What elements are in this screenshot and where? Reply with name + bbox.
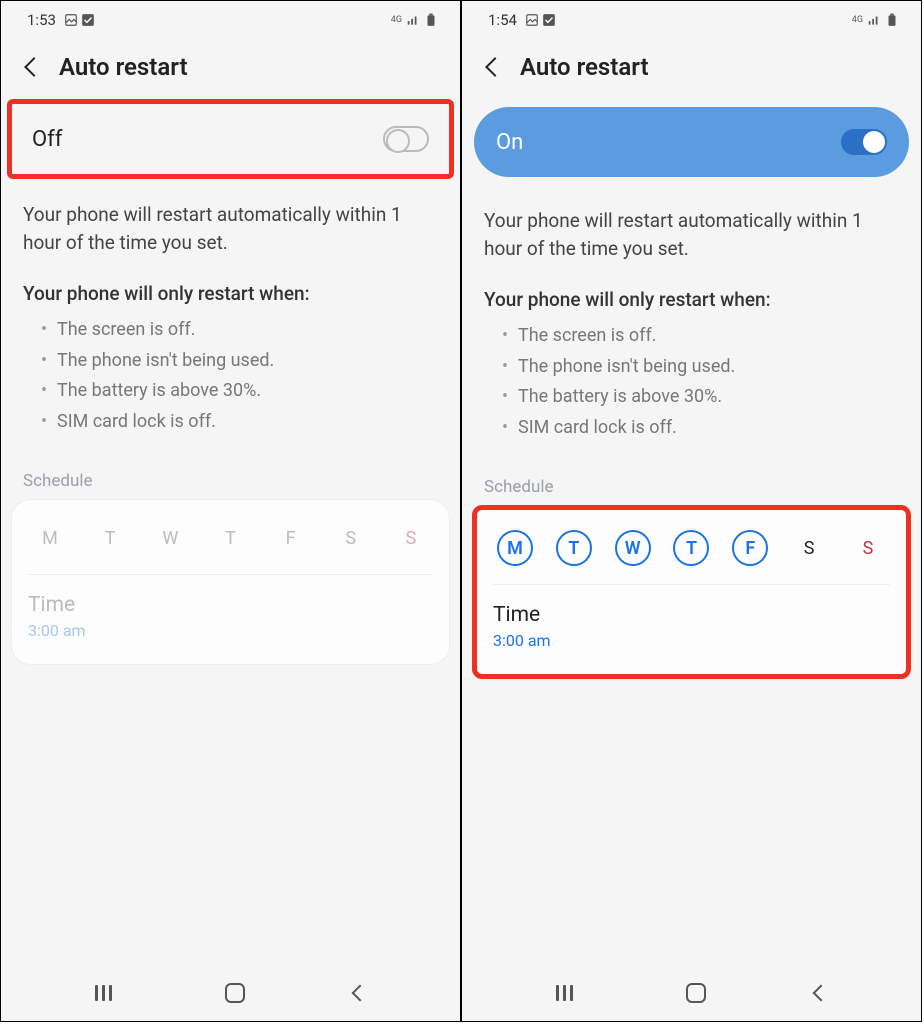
day-thu[interactable]: T — [673, 530, 709, 566]
toggle-switch-off[interactable] — [383, 126, 429, 152]
day-sat[interactable]: S — [333, 520, 369, 556]
info-description: Your phone will restart automatically wi… — [23, 201, 438, 256]
nav-home-icon[interactable] — [686, 983, 706, 1003]
schedule-label: Schedule — [1, 441, 460, 499]
day-mon[interactable]: M — [497, 530, 533, 566]
schedule-label: Schedule — [462, 447, 921, 505]
day-fri[interactable]: F — [273, 520, 309, 556]
schedule-card: M T W T F S S Time 3:00 am — [11, 499, 450, 665]
day-sun[interactable]: S — [393, 520, 429, 556]
info-conditions-title: Your phone will only restart when: — [484, 288, 899, 311]
condition-item: The battery is above 30%. — [502, 382, 899, 413]
network-type: 4G — [391, 16, 402, 25]
image-icon — [525, 13, 539, 27]
signal-icon — [406, 13, 420, 27]
back-icon[interactable] — [24, 57, 44, 77]
condition-item: The battery is above 30%. — [41, 376, 438, 407]
status-time: 1:53 — [27, 11, 56, 29]
time-row[interactable]: Time 3:00 am — [493, 585, 890, 650]
time-label: Time — [493, 603, 890, 627]
page-title: Auto restart — [59, 53, 188, 81]
toggle-switch-on[interactable] — [841, 129, 887, 155]
day-wed[interactable]: W — [152, 520, 188, 556]
status-bar: 1:53 4G — [1, 1, 460, 39]
network-type: 4G — [852, 16, 863, 25]
info-block: Your phone will restart automatically wi… — [462, 185, 921, 447]
status-time: 1:54 — [488, 11, 517, 29]
day-tue[interactable]: T — [92, 520, 128, 556]
master-toggle-row[interactable]: Off — [7, 99, 454, 179]
toggle-label: Off — [32, 127, 62, 152]
nav-back-icon[interactable] — [812, 985, 829, 1002]
nav-home-icon[interactable] — [225, 983, 245, 1003]
day-fri[interactable]: F — [732, 530, 768, 566]
days-row: M T W T F S S — [28, 520, 433, 575]
phone-screen-on: 1:54 4G Auto restart On Your phone will … — [461, 0, 922, 1022]
info-block: Your phone will restart automatically wi… — [1, 179, 460, 441]
condition-item: SIM card lock is off. — [41, 407, 438, 438]
battery-icon — [885, 13, 899, 27]
info-conditions-list: The screen is off. The phone isn't being… — [484, 311, 899, 443]
info-conditions-title: Your phone will only restart when: — [23, 282, 438, 305]
schedule-card: M T W T F S S Time 3:00 am — [472, 505, 911, 679]
status-notif-icons — [525, 13, 556, 27]
day-wed[interactable]: W — [615, 530, 651, 566]
nav-bar — [1, 965, 460, 1021]
time-value: 3:00 am — [493, 631, 890, 650]
master-toggle-row[interactable]: On — [474, 107, 909, 177]
nav-bar — [462, 965, 921, 1021]
nav-recent-icon[interactable] — [95, 985, 117, 1001]
day-sun[interactable]: S — [850, 530, 886, 566]
condition-item: The phone isn't being used. — [502, 352, 899, 383]
nav-recent-icon[interactable] — [556, 985, 578, 1001]
days-row: M T W T F S S — [493, 530, 890, 585]
phone-screen-off: 1:53 4G Auto restart Off Your phone will… — [0, 0, 461, 1022]
check-icon — [81, 13, 95, 27]
battery-icon — [424, 13, 438, 27]
time-label: Time — [28, 593, 433, 617]
info-description: Your phone will restart automatically wi… — [484, 207, 899, 262]
status-notif-icons — [64, 13, 95, 27]
page-title: Auto restart — [520, 53, 649, 81]
nav-back-icon[interactable] — [351, 985, 368, 1002]
signal-icon — [867, 13, 881, 27]
page-header: Auto restart — [462, 39, 921, 99]
day-mon[interactable]: M — [32, 520, 68, 556]
image-icon — [64, 13, 78, 27]
condition-item: SIM card lock is off. — [502, 413, 899, 444]
condition-item: The screen is off. — [41, 315, 438, 346]
status-bar: 1:54 4G — [462, 1, 921, 39]
check-icon — [542, 13, 556, 27]
toggle-label: On — [496, 130, 523, 155]
page-header: Auto restart — [1, 39, 460, 99]
condition-item: The phone isn't being used. — [41, 346, 438, 377]
time-row[interactable]: Time 3:00 am — [28, 575, 433, 640]
condition-item: The screen is off. — [502, 321, 899, 352]
day-tue[interactable]: T — [556, 530, 592, 566]
day-sat[interactable]: S — [791, 530, 827, 566]
info-conditions-list: The screen is off. The phone isn't being… — [23, 305, 438, 437]
day-thu[interactable]: T — [212, 520, 248, 556]
time-value: 3:00 am — [28, 621, 433, 640]
back-icon[interactable] — [485, 57, 505, 77]
